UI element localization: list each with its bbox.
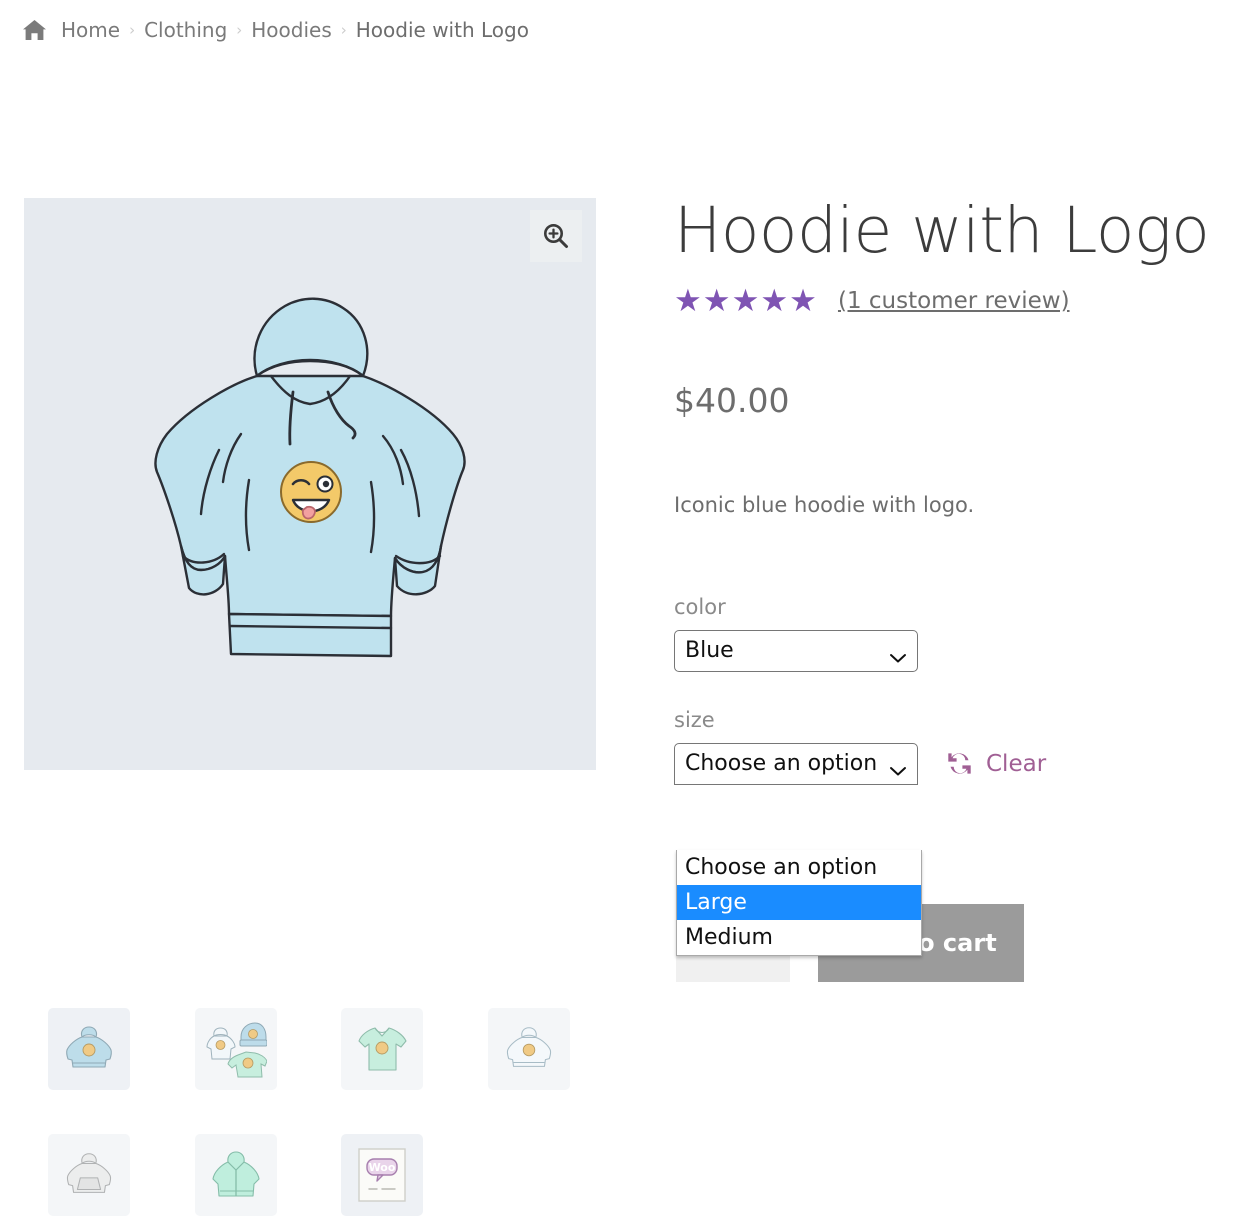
gallery-thumbnail-6[interactable] [194, 1134, 277, 1216]
gallery-thumbnail-3[interactable] [341, 1008, 423, 1090]
rating-row: ★★★★★ (1 customer review) [674, 284, 1214, 318]
apparel-group-thumb-icon [205, 1022, 267, 1078]
main-product-image[interactable] [24, 198, 596, 770]
chevron-down-icon [889, 645, 907, 663]
variations-form: color Blue size Choose an option Clear [674, 594, 1214, 785]
breadcrumb-separator: › [340, 21, 347, 39]
magnifier-plus-icon [544, 224, 568, 248]
size-option-medium[interactable]: Medium [677, 920, 921, 955]
clear-label: Clear [986, 750, 1047, 777]
zoom-image-button[interactable] [530, 210, 582, 262]
size-select[interactable]: Choose an option [674, 742, 918, 785]
breadcrumb-separator: › [129, 21, 136, 39]
svg-text:Woo: Woo [369, 1161, 396, 1174]
attribute-label-color: color [674, 594, 726, 619]
star-rating: ★★★★★ [674, 282, 818, 319]
page-title: Hoodie with Logo [674, 194, 1210, 267]
gallery-thumbnail-1[interactable] [48, 1008, 130, 1090]
product-summary: Hoodie with Logo ★★★★★ (1 customer revie… [674, 194, 1214, 785]
size-select-value: Choose an option [685, 751, 878, 777]
gallery-thumbnail-7[interactable]: Woo [341, 1134, 423, 1216]
hoodie-blue-thumb-icon [66, 1026, 112, 1068]
woo-poster-thumb-icon: Woo [358, 1148, 406, 1202]
size-option-choose[interactable]: Choose an option [677, 850, 921, 885]
breadcrumb-separator: › [236, 21, 243, 39]
size-dropdown-list[interactable]: Choose an option Large Medium [676, 850, 922, 956]
attribute-color: color Blue [674, 594, 1214, 672]
hoodie-zip-green-thumb-icon [211, 1151, 260, 1197]
gallery-thumbnail-5[interactable] [48, 1134, 130, 1216]
hoodie-grey-thumb-icon [66, 1153, 112, 1193]
breadcrumb-item-hoodies[interactable]: Hoodies [251, 18, 332, 42]
breadcrumb: Home › Clothing › Hoodies › Hoodie with … [22, 18, 529, 42]
hoodie-illustration [154, 297, 466, 658]
size-option-large[interactable]: Large [677, 885, 921, 920]
chevron-down-icon [889, 758, 907, 776]
gallery-thumbnail-2[interactable] [194, 1008, 277, 1090]
product-gallery: Woo [24, 198, 596, 1216]
breadcrumb-item-current: Hoodie with Logo [355, 18, 529, 42]
refresh-icon [946, 750, 973, 777]
gallery-thumbnails: Woo [48, 1008, 634, 1216]
tshirt-green-thumb-icon [358, 1027, 407, 1071]
product-price: $40.00 [674, 381, 790, 421]
color-select-value: Blue [685, 638, 734, 664]
product-short-description: Iconic blue hoodie with logo. [674, 493, 975, 518]
clear-variations-link[interactable]: Clear [946, 750, 1046, 777]
home-icon[interactable] [22, 19, 47, 41]
breadcrumb-item-clothing[interactable]: Clothing [144, 18, 227, 42]
attribute-label-size: size [674, 707, 715, 732]
customer-review-link[interactable]: (1 customer review) [838, 288, 1070, 314]
color-select[interactable]: Blue [674, 629, 918, 672]
attribute-size: size Choose an option Clear [674, 707, 1214, 785]
breadcrumb-item-home[interactable]: Home [61, 18, 120, 42]
gallery-thumbnail-4[interactable] [487, 1008, 570, 1090]
hoodie-white-thumb-icon [506, 1027, 551, 1067]
